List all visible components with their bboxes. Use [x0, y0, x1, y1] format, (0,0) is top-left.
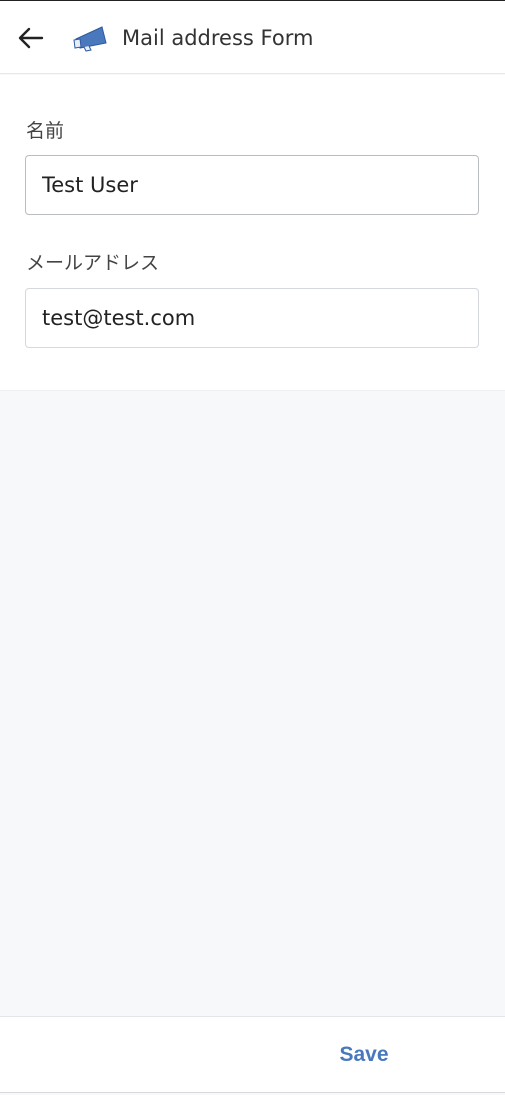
- app-header: Mail address Form: [0, 1, 505, 74]
- save-button[interactable]: Save: [322, 1037, 406, 1073]
- email-input[interactable]: [25, 288, 479, 348]
- mail-address-form: 名前 メールアドレス: [0, 75, 505, 391]
- name-label: 名前: [26, 120, 65, 142]
- megaphone-icon: [72, 23, 108, 53]
- name-input[interactable]: [25, 155, 479, 215]
- arrow-left-icon: [18, 27, 44, 49]
- email-label: メールアドレス: [26, 252, 160, 274]
- footer-bar: Save: [0, 1016, 505, 1093]
- page-title: Mail address Form: [122, 26, 314, 50]
- back-button[interactable]: [14, 21, 48, 55]
